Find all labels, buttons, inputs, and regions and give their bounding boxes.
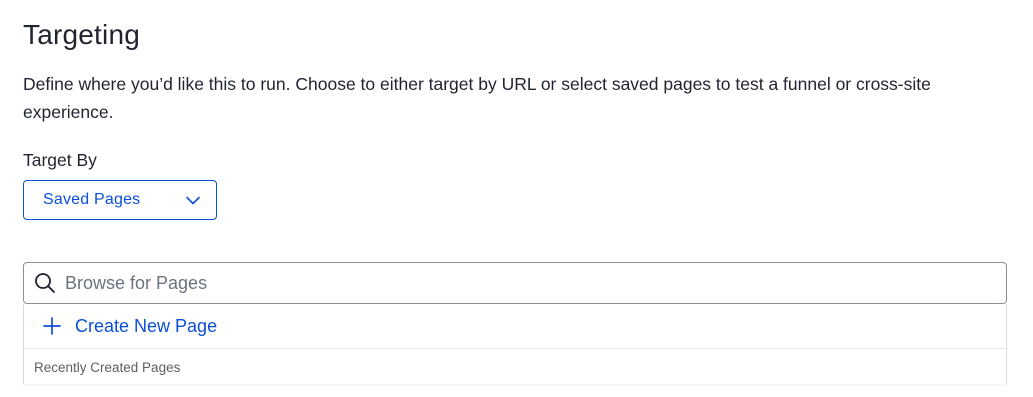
- target-by-dropdown[interactable]: Saved Pages: [23, 180, 217, 220]
- target-by-label: Target By: [23, 150, 97, 170]
- page-search-box[interactable]: [23, 262, 1007, 304]
- search-icon: [34, 272, 56, 294]
- page-search-input[interactable]: [65, 272, 965, 294]
- page-results-panel: Create New Page Recently Created Pages: [23, 304, 1007, 384]
- page-browser: Create New Page Recently Created Pages: [23, 262, 1007, 384]
- chevron-down-icon: [186, 193, 200, 207]
- create-new-page-label: Create New Page: [75, 315, 218, 336]
- recently-created-pages-header: Recently Created Pages: [24, 350, 1006, 384]
- create-new-page-button[interactable]: Create New Page: [24, 304, 1006, 349]
- recently-created-pages-label: Recently Created Pages: [34, 359, 181, 375]
- plus-icon: [43, 317, 61, 335]
- section-description: Define where you’d like this to run. Cho…: [23, 74, 931, 122]
- section-title: Targeting: [23, 19, 140, 50]
- target-by-selected-value: Saved Pages: [43, 191, 141, 208]
